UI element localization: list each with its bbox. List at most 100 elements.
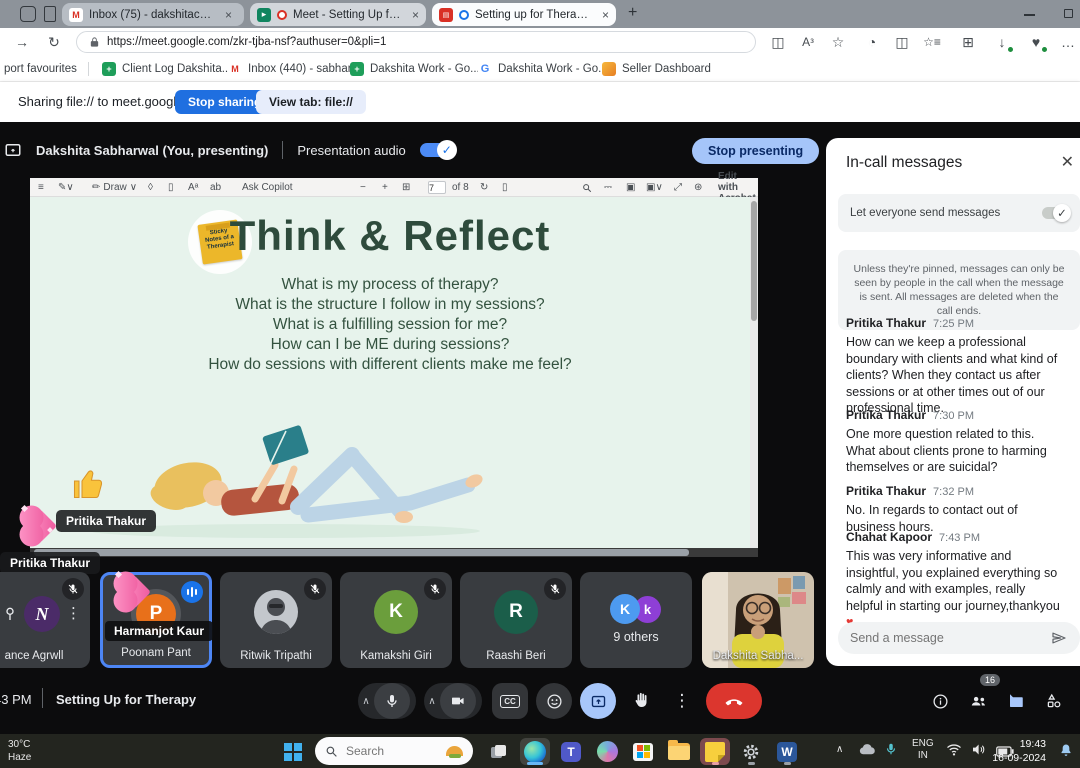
new-tab-button[interactable]: + bbox=[628, 4, 637, 22]
tab-close-icon[interactable]: × bbox=[412, 8, 419, 22]
copilot-icon[interactable] bbox=[592, 738, 622, 765]
word-icon[interactable]: W bbox=[772, 738, 802, 765]
workspaces-icon[interactable] bbox=[20, 6, 36, 22]
mic-tray-icon[interactable] bbox=[884, 741, 898, 762]
tab-pdf[interactable]: ▤ Setting up for Therapy.pdf × bbox=[432, 3, 616, 26]
chevron-up-icon[interactable]: ∧ bbox=[424, 696, 440, 707]
tray-expand-icon[interactable]: ∧ bbox=[836, 744, 843, 755]
bookmark-item[interactable]: + Dakshita Work - Go... bbox=[350, 60, 480, 78]
participant-tile[interactable]: Ritwik Tripathi bbox=[220, 572, 332, 668]
pdf-menu-icon[interactable]: ≡ bbox=[38, 181, 44, 194]
start-button[interactable] bbox=[278, 738, 308, 765]
sticky-notes-icon-active[interactable] bbox=[700, 738, 730, 765]
file-explorer-icon[interactable] bbox=[664, 738, 694, 765]
downloads-icon[interactable]: ↓ bbox=[992, 32, 1012, 52]
read-aloud-icon[interactable]: Aᵌ bbox=[798, 32, 818, 52]
highlighter-icon[interactable]: ✎∨ bbox=[58, 181, 74, 194]
tab-gmail[interactable]: M Inbox (75) - dakshitacounselling@ × bbox=[62, 3, 244, 26]
find-text-icon[interactable]: ab bbox=[210, 181, 221, 194]
captions-button[interactable]: CC bbox=[492, 683, 528, 719]
edit-with-acrobat-button[interactable]: Edit with Acrobat bbox=[718, 181, 758, 194]
tab-close-icon[interactable]: × bbox=[225, 8, 232, 22]
stop-presenting-button[interactable]: Stop presenting bbox=[692, 138, 819, 164]
pdf-horizontal-scrollbar[interactable] bbox=[30, 548, 758, 557]
draw-tool[interactable]: ✏ Draw ∨ bbox=[92, 181, 137, 194]
notifications-bell-icon[interactable] bbox=[1058, 742, 1074, 764]
rotate-icon[interactable]: ↻ bbox=[480, 181, 488, 194]
copilot-icon[interactable]: ◔ bbox=[862, 32, 882, 52]
onedrive-icon[interactable] bbox=[858, 742, 876, 761]
save-icon[interactable]: ▣ bbox=[626, 181, 635, 194]
tile-more-menu-icon[interactable]: ⋮ bbox=[66, 604, 81, 622]
raise-hand-button[interactable] bbox=[624, 683, 660, 719]
chat-button-active[interactable] bbox=[998, 683, 1034, 719]
participant-tile[interactable]: K Kamakshi Giri bbox=[340, 572, 452, 668]
save-as-icon[interactable]: ▣∨ bbox=[646, 181, 663, 194]
more-options-button[interactable]: ⋮ bbox=[664, 683, 700, 719]
eraser-icon[interactable]: ◊ bbox=[148, 181, 153, 194]
participant-tile[interactable]: R Raashi Beri bbox=[460, 572, 572, 668]
send-icon[interactable] bbox=[1050, 629, 1068, 647]
pdf-vertical-scrollbar[interactable] bbox=[750, 197, 758, 548]
fullscreen-icon[interactable]: ⤢ bbox=[674, 181, 682, 194]
present-button-active[interactable] bbox=[580, 683, 616, 719]
language-indicator[interactable]: ENG IN bbox=[912, 738, 934, 762]
zoom-out-icon[interactable]: − bbox=[360, 181, 366, 194]
scrollbar-thumb[interactable] bbox=[751, 201, 757, 321]
bookmark-item[interactable]: + Client Log Dakshita... bbox=[102, 60, 231, 78]
pin-icon[interactable] bbox=[2, 606, 18, 622]
wifi-icon[interactable] bbox=[946, 743, 962, 761]
allow-messages-toggle[interactable]: ✓ bbox=[1042, 207, 1068, 219]
zoom-in-icon[interactable]: + bbox=[382, 181, 388, 194]
fit-page-icon[interactable]: ⊞ bbox=[402, 181, 410, 194]
forward-icon[interactable]: → bbox=[12, 32, 32, 52]
more-menu-icon[interactable]: … bbox=[1058, 32, 1078, 52]
bookmark-item[interactable]: Seller Dashboard bbox=[602, 60, 711, 78]
print-icon[interactable]: ⎓ bbox=[604, 181, 612, 194]
taskbar-search[interactable] bbox=[315, 737, 473, 765]
allow-messages-toggle-row[interactable]: Let everyone send messages ✓ bbox=[838, 194, 1080, 232]
window-minimize-button[interactable] bbox=[1024, 14, 1035, 16]
import-favourites[interactable]: port favourites bbox=[4, 60, 77, 78]
address-bar[interactable]: https://meet.google.com/zkr-tjba-nsf?aut… bbox=[76, 31, 756, 53]
scrollbar-thumb[interactable] bbox=[34, 549, 689, 556]
close-icon[interactable]: ✕ bbox=[1061, 152, 1074, 172]
camera-button[interactable] bbox=[440, 683, 476, 719]
taskbar-search-input[interactable] bbox=[346, 744, 418, 758]
bookmark-item[interactable]: G Dakshita Work - Go... bbox=[478, 60, 608, 78]
self-video-tile[interactable]: Dakshita Sabha... bbox=[702, 572, 814, 668]
split-tab-icon[interactable]: ◫ bbox=[892, 32, 912, 52]
reactions-button[interactable] bbox=[536, 683, 572, 719]
browser-essentials-icon[interactable]: ♥ bbox=[1026, 32, 1046, 52]
favorite-star-icon[interactable]: ☆ bbox=[828, 32, 848, 52]
send-message-input[interactable] bbox=[850, 631, 1030, 645]
end-call-button[interactable] bbox=[706, 683, 762, 719]
tab-search-icon[interactable] bbox=[44, 6, 56, 22]
read-aloud-icon[interactable]: Aᵃ bbox=[188, 181, 198, 194]
edge-taskbar-icon[interactable] bbox=[520, 738, 550, 765]
meeting-info-button[interactable] bbox=[922, 683, 958, 719]
tab-meet[interactable]: ▸ Meet - Setting Up for Therap × bbox=[250, 3, 426, 26]
refresh-icon[interactable]: ↻ bbox=[44, 32, 64, 52]
overflow-participants-tile[interactable]: K k 9 others bbox=[580, 572, 692, 668]
chevron-up-icon[interactable]: ∧ bbox=[358, 696, 374, 707]
activities-button[interactable] bbox=[1036, 683, 1072, 719]
bookmark-item[interactable]: M Inbox (440) - sabhar... bbox=[228, 60, 361, 78]
text-select-icon[interactable]: ▯ bbox=[168, 181, 174, 194]
ask-copilot-button[interactable]: Ask Copilot bbox=[242, 181, 293, 194]
collections-icon[interactable]: ⊞ bbox=[958, 32, 978, 52]
mic-button[interactable] bbox=[374, 683, 410, 719]
presentation-audio-toggle[interactable]: ✓ bbox=[420, 143, 454, 157]
tray-clock[interactable]: 19:43 16-09-2024 bbox=[992, 737, 1046, 765]
pdf-settings-icon[interactable]: ⊛ bbox=[694, 181, 702, 194]
camera-control[interactable]: ∧ bbox=[424, 683, 482, 719]
microsoft-store-icon[interactable] bbox=[628, 738, 658, 765]
favorites-bar-icon[interactable]: ☆≡ bbox=[922, 32, 942, 52]
settings-gear-icon[interactable] bbox=[736, 738, 766, 765]
page-view-icon[interactable]: ▯ bbox=[502, 181, 508, 194]
tab-close-icon[interactable]: × bbox=[602, 8, 609, 22]
page-number-input[interactable]: 7 bbox=[428, 181, 446, 194]
split-screen-icon[interactable]: ◫ bbox=[768, 32, 788, 52]
participant-tile[interactable]: N ⋮ ance Agrwll bbox=[0, 572, 90, 668]
participants-button[interactable]: 16 bbox=[960, 683, 996, 719]
